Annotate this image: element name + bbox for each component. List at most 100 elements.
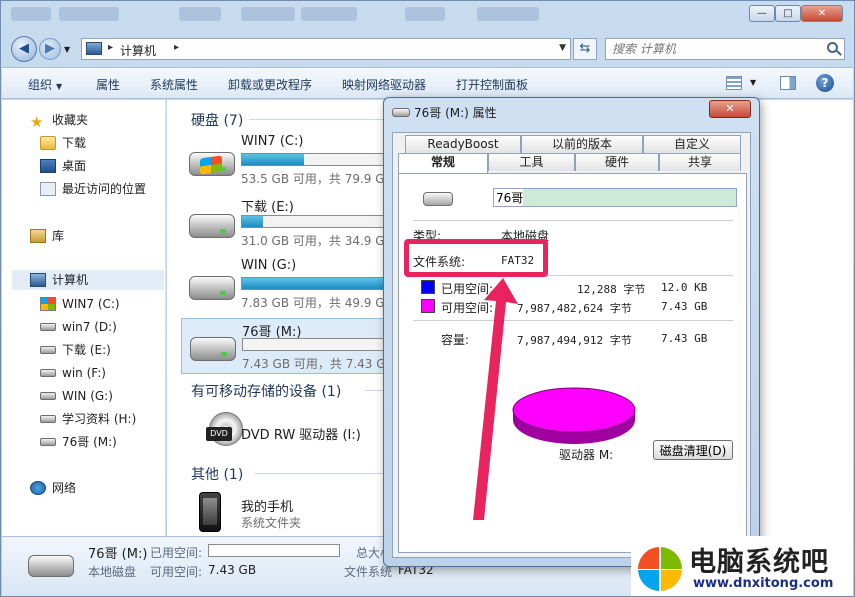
sidebar-item-drive-c[interactable]: WIN7 (C:) (40, 294, 120, 314)
dvd-drive-item[interactable]: DVD DVD RW 驱动器 (I:) (185, 404, 385, 460)
address-dropdown-icon[interactable]: ▼ (559, 43, 566, 53)
organize-button[interactable]: 组织 ▼ (28, 76, 62, 93)
hard-drive-icon (40, 369, 56, 377)
drive-item-c[interactable]: WIN7 (C:) 53.5 GB 可用，共 79.9 GB (185, 134, 431, 190)
title-bar: — □ ✕ (1, 1, 854, 31)
hard-drive-icon (40, 323, 56, 331)
tab-customize[interactable]: 自定义 (643, 135, 741, 153)
breadcrumb-arrow-icon[interactable]: ▸ (108, 42, 113, 53)
disk-usage-pie (512, 387, 636, 444)
chevron-down-icon[interactable]: ▼ (750, 78, 756, 87)
star-icon: ★ (30, 113, 44, 131)
sidebar-item-drive-f[interactable]: win (F:) (40, 363, 106, 383)
sidebar-item-desktop[interactable]: 桌面 (40, 156, 86, 176)
drive-space-info: 7.43 GB 可用，共 7.43 GB (242, 357, 394, 371)
tab-general[interactable]: 常规 (398, 153, 488, 173)
dvd-badge: DVD (206, 427, 232, 441)
drive-item-e[interactable]: 下载 (E:) 31.0 GB 可用，共 34.9 GB (185, 196, 431, 252)
taskbar-tab-blurred (405, 7, 445, 21)
sidebar-item-drive-d[interactable]: win7 (D:) (40, 317, 117, 337)
group-header-hard-disks[interactable]: 硬盘 (7) (191, 110, 243, 130)
sidebar-item-label: 下载 (62, 136, 87, 150)
uninstall-program-button[interactable]: 卸载或更改程序 (228, 76, 312, 93)
group-header-other[interactable]: 其他 (1) (191, 464, 243, 484)
sidebar-item-libraries[interactable]: 库 (30, 226, 64, 246)
sidebar-item-drive-g[interactable]: WIN (G:) (40, 386, 113, 406)
desktop-icon (40, 159, 56, 173)
tab-hardware[interactable]: 硬件 (575, 153, 659, 171)
sidebar-item-label: 桌面 (62, 159, 87, 173)
folder-icon (40, 136, 56, 150)
search-box[interactable] (605, 38, 845, 60)
preview-pane-icon[interactable] (780, 76, 796, 90)
drive-item-m[interactable]: 76哥 (M:) 7.43 GB 可用，共 7.43 GB (181, 318, 432, 374)
pie-free-slice (512, 387, 636, 433)
drive-properties-dialog: 76哥 (M:) 属性 ✕ ReadyBoost 以前的版本 自定义 常规 工具… (383, 97, 760, 567)
tab-previous-versions[interactable]: 以前的版本 (521, 135, 643, 153)
dialog-body: ReadyBoost 以前的版本 自定义 常规 工具 硬件 共享 类型: 本地磁… (392, 132, 751, 558)
drive-label-input[interactable] (493, 188, 737, 207)
open-control-panel-button[interactable]: 打开控制面板 (456, 76, 528, 93)
maximize-button[interactable]: □ (775, 5, 801, 22)
refresh-button[interactable]: ⇆ (573, 38, 597, 60)
back-button[interactable]: ◀ (11, 36, 37, 62)
windows-drive-icon (40, 297, 56, 311)
breadcrumb-arrow-icon[interactable]: ▸ (174, 42, 179, 53)
search-input[interactable] (612, 40, 812, 58)
drive-usage-fill (242, 216, 263, 227)
tab-sharing[interactable]: 共享 (659, 153, 741, 171)
hard-drive-icon (423, 192, 453, 206)
sidebar-item-drive-m[interactable]: 76哥 (M:) (40, 432, 117, 452)
tab-tools[interactable]: 工具 (488, 153, 575, 171)
address-bar[interactable]: ▸ 计算机 ▸ ▼ (81, 38, 571, 60)
drive-usage-fill (242, 278, 400, 289)
map-network-drive-button[interactable]: 映射网络驱动器 (342, 76, 426, 93)
divider (413, 220, 733, 221)
recent-places-icon (40, 182, 56, 196)
disk-cleanup-button[interactable]: 磁盘清理(D) (653, 440, 733, 460)
details-free-label: 可用空间: (150, 565, 203, 579)
history-dropdown-icon[interactable]: ▼ (64, 45, 70, 54)
divider (413, 320, 733, 321)
forward-button[interactable]: ▶ (39, 38, 61, 60)
sidebar-item-drive-e[interactable]: 下载 (E:) (40, 340, 111, 360)
navigation-pane: ★ 收藏夹 下载 桌面 最近访问的位置 库 计算机 WIN7 (C:) win7 … (2, 100, 166, 536)
sidebar-item-recent[interactable]: 最近访问的位置 (40, 179, 146, 199)
details-drive-name: 76哥 (M:) (88, 547, 148, 562)
sidebar-item-label: 网络 (52, 481, 77, 495)
sidebar-item-label: 下载 (E:) (62, 343, 111, 357)
sidebar-item-downloads[interactable]: 下载 (40, 133, 86, 153)
divider (255, 473, 389, 474)
change-view-icon[interactable] (726, 76, 742, 90)
breadcrumb-computer[interactable]: 计算机 (120, 42, 156, 59)
system-properties-button[interactable]: 系统属性 (150, 76, 198, 93)
hard-drive-icon (40, 438, 56, 446)
chevron-down-icon: ▼ (56, 82, 63, 91)
watermark: 电脑系统吧 www.dnxitong.com (631, 536, 853, 596)
sidebar-item-favorites[interactable]: ★ 收藏夹 (30, 110, 88, 130)
sidebar-item-label: 学习资料 (H:) (62, 412, 137, 426)
close-button[interactable]: ✕ (801, 5, 843, 22)
sidebar-item-label: 最近访问的位置 (62, 182, 147, 196)
phone-icon (199, 492, 221, 532)
free-space-label: 可用空间: (441, 301, 494, 315)
address-row: ◀ ▶ ▼ ▸ 计算机 ▸ ▼ ⇆ (1, 33, 854, 65)
free-space-bytes: 7,987,482,624 字节 (517, 302, 632, 315)
windows-logo-icon (200, 155, 222, 175)
search-icon[interactable] (827, 42, 838, 53)
hard-drive-icon (190, 337, 236, 361)
drive-item-g[interactable]: WIN (G:) 7.83 GB 可用，共 49.9 GB (185, 258, 431, 314)
sidebar-item-computer[interactable]: 计算机 (12, 270, 164, 290)
sidebar-item-network[interactable]: 网络 (30, 478, 76, 498)
properties-button[interactable]: 属性 (96, 76, 120, 93)
windows-logo-icon (638, 547, 682, 591)
sidebar-item-drive-h[interactable]: 学习资料 (H:) (40, 409, 136, 429)
tab-readyboost[interactable]: ReadyBoost (405, 135, 521, 153)
dialog-close-button[interactable]: ✕ (709, 100, 751, 118)
sidebar-item-label: 计算机 (52, 273, 89, 287)
sidebar-item-label: win (F:) (62, 366, 106, 380)
computer-icon (86, 42, 102, 55)
help-icon[interactable]: ? (816, 74, 834, 92)
group-header-removable[interactable]: 有可移动存储的设备 (1) (191, 381, 341, 401)
minimize-button[interactable]: — (749, 5, 775, 22)
